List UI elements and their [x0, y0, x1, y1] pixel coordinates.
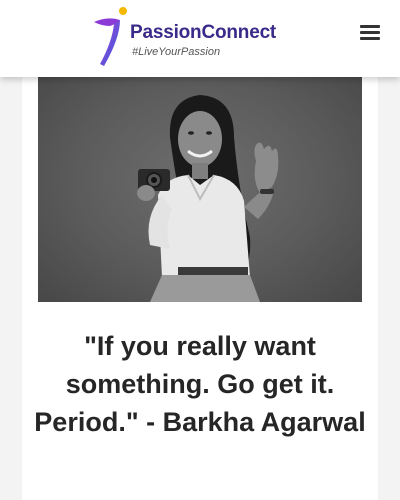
site-header: PassionConnect #LiveYourPassion: [0, 0, 400, 77]
featured-quote[interactable]: "If you really want something. Go get it…: [22, 327, 378, 441]
brand-name: PassionConnect: [130, 22, 277, 43]
brand-tagline: #LiveYourPassion: [132, 46, 221, 58]
hamburger-menu-icon[interactable]: [356, 20, 384, 44]
featured-photo: [38, 77, 362, 302]
passionconnect-logo[interactable]: PassionConnect #LiveYourPassion: [90, 4, 280, 72]
logo-mark-icon: [94, 7, 127, 66]
woman-with-camera-photo: [137, 95, 279, 302]
article-card: "If you really want something. Go get it…: [22, 77, 378, 500]
